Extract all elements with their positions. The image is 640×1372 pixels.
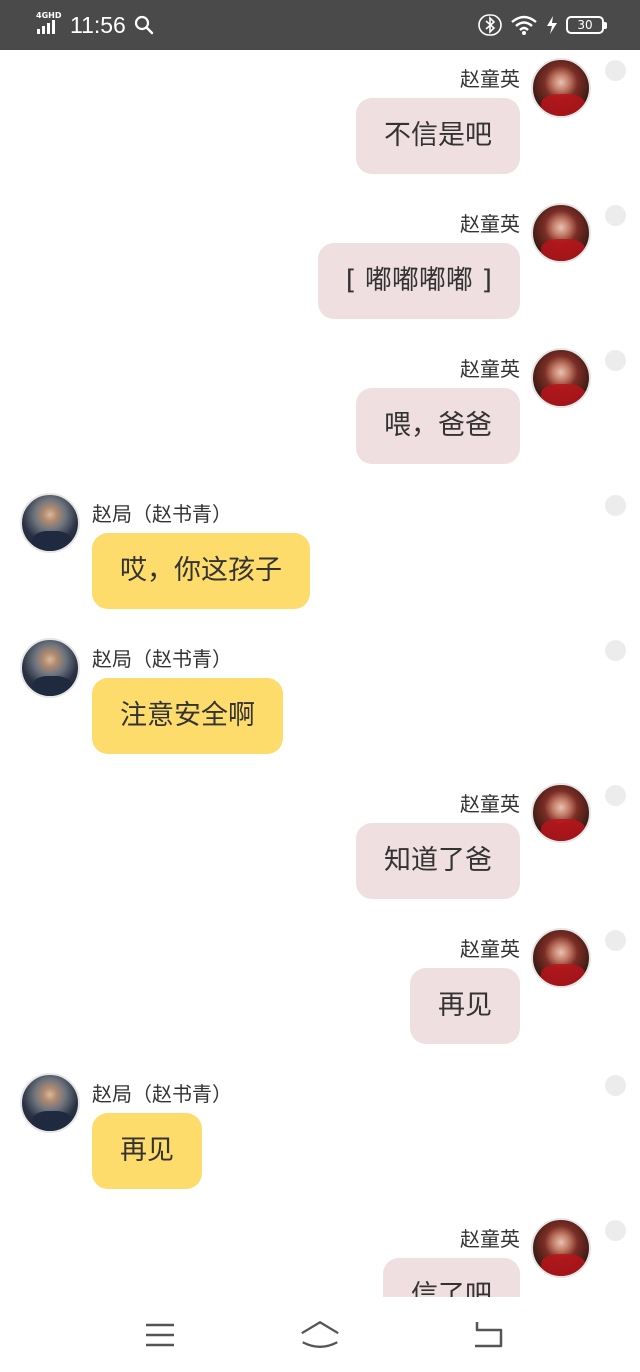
sender-name: 赵童英 xyxy=(460,937,520,961)
select-dot[interactable] xyxy=(605,930,626,951)
status-bar: 4GHD 11:56 30 xyxy=(0,0,640,50)
network-type-label: 4GHD xyxy=(36,11,62,20)
sender-name: 赵局（赵书青） xyxy=(92,502,232,526)
select-dot[interactable] xyxy=(605,495,626,516)
message-bubble[interactable]: [ 嘟嘟嘟嘟 ] xyxy=(317,243,520,319)
select-dot[interactable] xyxy=(605,785,626,806)
sender-name: 赵童英 xyxy=(460,67,520,91)
back-icon[interactable] xyxy=(468,1317,508,1353)
sender-name: 赵童英 xyxy=(460,792,520,816)
message-bubble[interactable]: 再见 xyxy=(410,968,520,1044)
select-dot[interactable] xyxy=(605,60,626,81)
status-time: 11:56 xyxy=(70,11,126,38)
bluetooth-icon xyxy=(478,14,502,36)
avatar[interactable] xyxy=(531,348,591,408)
menu-icon[interactable] xyxy=(140,1317,180,1353)
message-bubble[interactable]: 不信是吧 xyxy=(356,98,520,174)
avatar[interactable] xyxy=(20,493,80,553)
select-dot[interactable] xyxy=(605,640,626,661)
select-dot[interactable] xyxy=(605,1220,626,1241)
battery-level: 30 xyxy=(577,18,593,32)
select-dot[interactable] xyxy=(605,1075,626,1096)
avatar[interactable] xyxy=(20,638,80,698)
sender-name: 赵局（赵书青） xyxy=(92,1082,232,1106)
message-bubble[interactable]: 注意安全啊 xyxy=(92,678,283,754)
select-dot[interactable] xyxy=(605,205,626,226)
avatar[interactable] xyxy=(531,58,591,118)
avatar[interactable] xyxy=(531,783,591,843)
home-icon[interactable] xyxy=(300,1317,340,1353)
sender-name: 赵童英 xyxy=(460,1227,520,1251)
message-bubble[interactable]: 哎，你这孩子 xyxy=(92,533,310,609)
sender-name: 赵童英 xyxy=(460,357,520,381)
avatar[interactable] xyxy=(20,1073,80,1133)
message-bubble[interactable]: 再见 xyxy=(92,1113,202,1189)
select-dot[interactable] xyxy=(605,350,626,371)
charging-icon xyxy=(547,16,557,34)
message-bubble[interactable]: 喂，爸爸 xyxy=(356,388,520,464)
battery-indicator: 30 xyxy=(566,16,607,34)
cellular-signal-icon: 4GHD xyxy=(36,10,64,40)
avatar[interactable] xyxy=(531,1218,591,1278)
sender-name: 赵童英 xyxy=(460,212,520,236)
navigation-bar xyxy=(0,1297,640,1372)
avatar[interactable] xyxy=(531,203,591,263)
avatar[interactable] xyxy=(531,928,591,988)
search-icon[interactable] xyxy=(134,15,154,35)
message-bubble[interactable]: 知道了爸 xyxy=(356,823,520,899)
sender-name: 赵局（赵书青） xyxy=(92,647,232,671)
wifi-icon xyxy=(511,15,537,35)
